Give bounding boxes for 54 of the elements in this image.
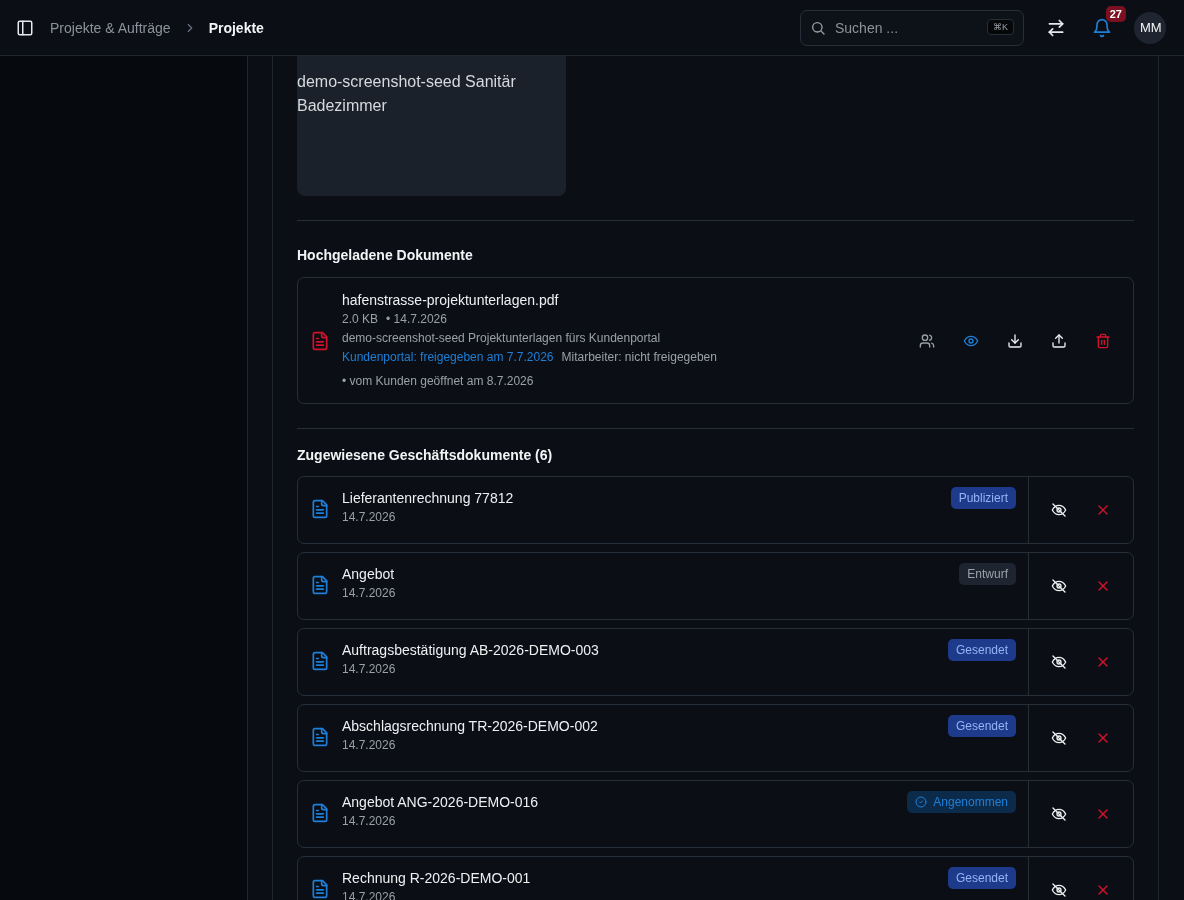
portal-share-status: Kundenportal: freigegeben am 7.7.2026 [342,349,554,366]
file-icon [310,330,330,351]
document-title: Lieferantenrechnung 77812 [342,489,515,508]
eye-off-icon[interactable] [1051,806,1067,822]
file-icon [310,575,330,595]
file-name: hafenstrasse-projektunterlagen.pdf [342,291,560,310]
file-icon [310,727,330,747]
file-icon [310,879,330,899]
image-alt-text: demo-screenshot-seed Sanitär Badezimmer [297,72,517,116]
eye-off-icon[interactable] [1051,502,1067,518]
sidebar-toggle-button[interactable] [16,18,34,37]
breadcrumb-link[interactable]: Projekte & Aufträge [50,19,171,36]
file-date: • 14.7.2026 [386,311,447,328]
section-title: Hochgeladene Dokumente [297,247,474,263]
status-badge: Angenommen [907,791,1016,813]
document-title: Rechnung R-2026-DEMO-001 [342,869,532,888]
eye-off-icon[interactable] [1051,882,1067,898]
document-title: Angebot ANG-2026-DEMO-016 [342,793,540,812]
document-title: Angebot [342,565,396,584]
status-badge: Gesendet [947,639,1016,661]
file-icon [310,499,330,519]
arrows-icon [1046,17,1066,38]
section-title: Zugewiesene Geschäftsdokumente (6) [297,447,554,463]
file-description: demo-screenshot-seed Projektunterlagen fürs Kundenportal [342,330,662,347]
notification-count: 27 [1105,5,1126,22]
download-icon[interactable] [1007,332,1023,349]
file-size: 2.0 KB [342,311,379,328]
users-icon[interactable] [919,332,935,349]
document-title: Auftragsbestätigung AB-2026-DEMO-003 [342,641,600,660]
status-badge: Entwurf [959,563,1016,585]
staff-share-status: Mitarbeiter: nicht freigegeben [561,349,717,366]
status-badge: Gesendet [947,715,1016,737]
opened-note: • vom Kunden geöffnet am 8.7.2026 [342,373,535,390]
upload-icon[interactable] [1051,332,1067,349]
document-date: 14.7.2026 [342,661,397,677]
trash-icon[interactable] [1095,332,1111,349]
status-badge: Publiziert [950,487,1016,509]
search-icon [810,19,826,36]
status-badge: Gesendet [947,867,1016,889]
eye-off-icon[interactable] [1051,654,1067,670]
document-title: Abschlagsrechnung TR-2026-DEMO-002 [342,717,599,736]
eye-off-icon[interactable] [1051,730,1067,746]
bell-icon [1092,17,1112,38]
file-icon [310,803,330,823]
sidebar-icon [16,18,34,37]
breadcrumb-link[interactable]: Projekte [208,19,264,36]
check-circle-icon [915,796,928,808]
document-date: 14.7.2026 [342,737,397,753]
document-date: 14.7.2026 [342,813,397,829]
document-date: 14.7.2026 [342,509,397,525]
document-date: 14.7.2026 [342,585,397,601]
eye-off-icon[interactable] [1051,578,1067,594]
file-icon [310,651,330,671]
user-avatar[interactable]: MM [1134,11,1166,44]
